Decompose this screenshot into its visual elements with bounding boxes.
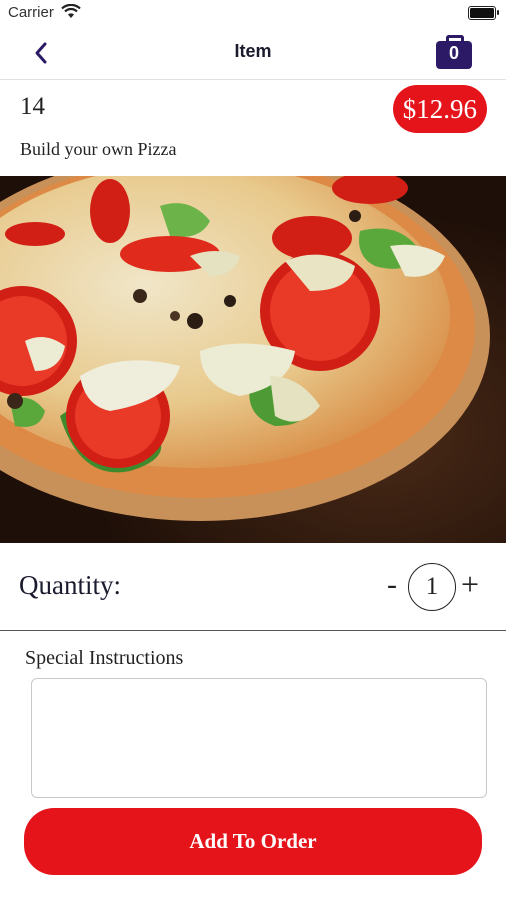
cart-button[interactable]: 0 <box>436 35 472 69</box>
pizza-image <box>0 176 506 543</box>
status-bar: Carrier <box>0 0 506 28</box>
quantity-value: 1 <box>408 563 456 611</box>
battery-icon <box>468 6 499 20</box>
item-name: Build your own Pizza <box>20 139 177 159</box>
nav-bar: Item 0 <box>0 28 506 80</box>
carrier-label: Carrier <box>8 4 54 21</box>
quantity-label: Quantity: <box>19 570 121 600</box>
quantity-row: Quantity: - 1 + <box>0 546 506 631</box>
special-instructions-label: Special Instructions <box>25 647 184 669</box>
item-number: 14 <box>20 93 45 120</box>
quantity-decrement-button[interactable]: - <box>387 568 397 602</box>
wifi-icon <box>61 4 81 18</box>
special-instructions-input[interactable] <box>31 678 487 798</box>
quantity-increment-button[interactable]: + <box>461 566 479 603</box>
page-title: Item <box>234 41 272 61</box>
cart-count-badge: 0 <box>448 43 459 63</box>
add-to-order-button[interactable]: Add To Order <box>24 808 482 875</box>
price-badge: $12.96 <box>392 85 487 133</box>
